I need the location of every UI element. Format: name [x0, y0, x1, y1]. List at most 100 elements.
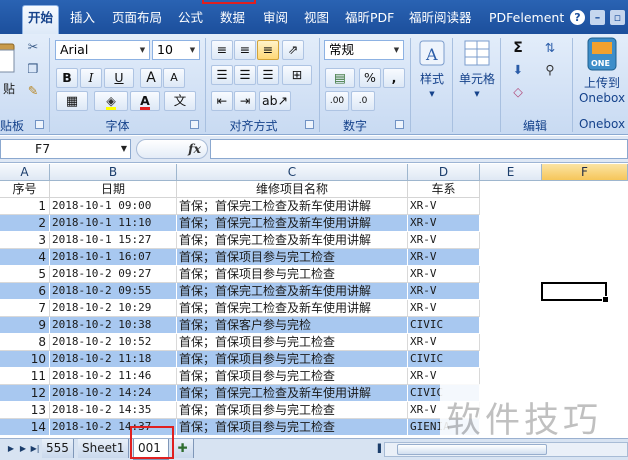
alignment-launcher[interactable]: [305, 120, 314, 129]
fill-color-button[interactable]: ◈: [94, 91, 128, 111]
comma-button[interactable]: ,: [383, 68, 405, 88]
header-cell-date[interactable]: 日期: [50, 181, 177, 198]
decrease-decimal-button[interactable]: .0: [351, 91, 375, 111]
cell-index[interactable]: 2: [0, 215, 50, 232]
cell-date[interactable]: 2018-10-2 10:38: [50, 317, 177, 334]
cell-car[interactable]: XR-V: [408, 232, 480, 249]
merge-center-button[interactable]: ⊞: [282, 65, 312, 85]
text-direction-button[interactable]: ab↗: [259, 91, 291, 111]
cell-item[interactable]: 首保；首保完工检查及新车使用讲解: [177, 385, 408, 402]
cell-index[interactable]: 10: [0, 351, 50, 368]
tab-page-layout[interactable]: 页面布局: [112, 6, 162, 32]
first-sheet-icon[interactable]: ▶: [6, 443, 16, 455]
percent-button[interactable]: %: [359, 68, 381, 88]
tab-formulas[interactable]: 公式: [178, 6, 203, 32]
clipboard-launcher[interactable]: [35, 120, 44, 129]
styles-button[interactable]: A 样式 ▼: [414, 38, 450, 102]
cell-index[interactable]: 5: [0, 266, 50, 283]
cell-item[interactable]: 首保；首保完工检查及新车使用讲解: [177, 198, 408, 215]
format-painter-button[interactable]: ✎: [24, 81, 42, 101]
horizontal-scrollbar[interactable]: [384, 442, 628, 457]
cell-index[interactable]: 12: [0, 385, 50, 402]
cell-date[interactable]: 2018-10-1 11:10: [50, 215, 177, 232]
tab-home[interactable]: 开始: [22, 5, 60, 34]
align-left-button[interactable]: ☰: [211, 65, 233, 85]
cell-date[interactable]: 2018-10-2 10:52: [50, 334, 177, 351]
cell-index[interactable]: 4: [0, 249, 50, 266]
phonetic-button[interactable]: 文: [164, 91, 196, 111]
font-name-select[interactable]: Arial ▼: [55, 40, 150, 60]
cell-index[interactable]: 3: [0, 232, 50, 249]
tab-view[interactable]: 视图: [304, 6, 329, 32]
cell-item[interactable]: 首保；首保完工检查及新车使用讲解: [177, 283, 408, 300]
cell-item[interactable]: 首保；首保项目参与完工检查: [177, 402, 408, 419]
align-top-button[interactable]: ≡: [211, 40, 233, 60]
tab-data[interactable]: 数据: [220, 6, 245, 32]
sort-filter-button[interactable]: ⇅: [537, 38, 563, 58]
cell-item[interactable]: 首保；首保完工检查及新车使用讲解: [177, 215, 408, 232]
cell-date[interactable]: 2018-10-2 14:24: [50, 385, 177, 402]
cell-index[interactable]: 9: [0, 317, 50, 334]
column-header-f[interactable]: F: [542, 164, 628, 181]
fill-button[interactable]: ⬇: [505, 60, 531, 80]
cell-item[interactable]: 首保；首保客户参与完检: [177, 317, 408, 334]
accounting-format-button[interactable]: ▤: [325, 68, 355, 88]
tab-pdfelement[interactable]: PDFelement: [489, 6, 564, 32]
font-size-select[interactable]: 10 ▼: [152, 40, 200, 60]
horizontal-scroll-thumb[interactable]: [397, 444, 547, 455]
align-right-button[interactable]: ☰: [257, 65, 279, 85]
formula-input[interactable]: [210, 139, 628, 159]
restore-window-icon[interactable]: ▫: [610, 10, 625, 25]
next-sheet-icon[interactable]: ▶: [18, 443, 28, 455]
cell-item[interactable]: 首保；首保完工检查及新车使用讲解: [177, 300, 408, 317]
border-button[interactable]: ▦: [56, 91, 88, 111]
cell-item[interactable]: 首保；首保项目参与完工检查: [177, 249, 408, 266]
cell-item[interactable]: 首保；首保完工检查及新车使用讲解: [177, 232, 408, 249]
cell-date[interactable]: 2018-10-2 14:35: [50, 402, 177, 419]
cell-date[interactable]: 2018-10-1 16:07: [50, 249, 177, 266]
column-header-a[interactable]: A: [0, 164, 50, 181]
cell-item[interactable]: 首保；首保项目参与完工检查: [177, 368, 408, 385]
insert-sheet-button[interactable]: ✚: [172, 439, 194, 458]
italic-button[interactable]: I: [80, 68, 102, 88]
copy-button[interactable]: ❐: [24, 59, 42, 79]
align-middle-button[interactable]: ≡: [234, 40, 256, 60]
cell-date[interactable]: 2018-10-2 10:29: [50, 300, 177, 317]
header-cell-car[interactable]: 车系: [408, 181, 480, 198]
cell-date[interactable]: 2018-10-2 09:27: [50, 266, 177, 283]
increase-indent-button[interactable]: ⇥: [234, 91, 256, 111]
cell-date[interactable]: 2018-10-1 09:00: [50, 198, 177, 215]
font-color-button[interactable]: A: [130, 91, 160, 111]
cell-car[interactable]: XR-V: [408, 266, 480, 283]
cell-index[interactable]: 1: [0, 198, 50, 215]
cell-item[interactable]: 首保；首保项目参与完工检查: [177, 419, 408, 436]
cell-car[interactable]: XR-V: [408, 334, 480, 351]
cell-car[interactable]: CIVIC: [408, 351, 480, 368]
cell-car[interactable]: XR-V: [408, 198, 480, 215]
align-center-button[interactable]: ☰: [234, 65, 256, 85]
cell-item[interactable]: 首保；首保项目参与完工检查: [177, 351, 408, 368]
cell-car[interactable]: CIVIC: [408, 317, 480, 334]
header-cell-index[interactable]: 序号: [0, 181, 50, 198]
column-header-c[interactable]: C: [177, 164, 408, 181]
cell-index[interactable]: 11: [0, 368, 50, 385]
clear-button[interactable]: ◇: [505, 82, 531, 102]
tab-insert[interactable]: 插入: [70, 6, 95, 32]
cell-date[interactable]: 2018-10-2 11:18: [50, 351, 177, 368]
cell-item[interactable]: 首保；首保项目参与完工检查: [177, 334, 408, 351]
tab-foxit-reader[interactable]: 福昕阅读器: [409, 6, 472, 32]
cell-car[interactable]: XR-V: [408, 300, 480, 317]
cut-button[interactable]: ✂: [24, 37, 42, 57]
find-select-button[interactable]: ⚲: [537, 60, 563, 80]
column-header-e[interactable]: E: [480, 164, 542, 181]
grow-font-button[interactable]: A: [140, 68, 162, 88]
cell-date[interactable]: 2018-10-2 11:46: [50, 368, 177, 385]
orientation-button[interactable]: ⇗: [282, 40, 304, 60]
decrease-indent-button[interactable]: ⇤: [211, 91, 233, 111]
cell-date[interactable]: 2018-10-2 09:55: [50, 283, 177, 300]
tab-foxit-pdf[interactable]: 福昕PDF: [345, 6, 394, 32]
cells-button[interactable]: 单元格 ▼: [456, 38, 498, 102]
paste-button[interactable]: 贴: [0, 40, 18, 97]
number-launcher[interactable]: [395, 120, 404, 129]
cell-index[interactable]: 8: [0, 334, 50, 351]
